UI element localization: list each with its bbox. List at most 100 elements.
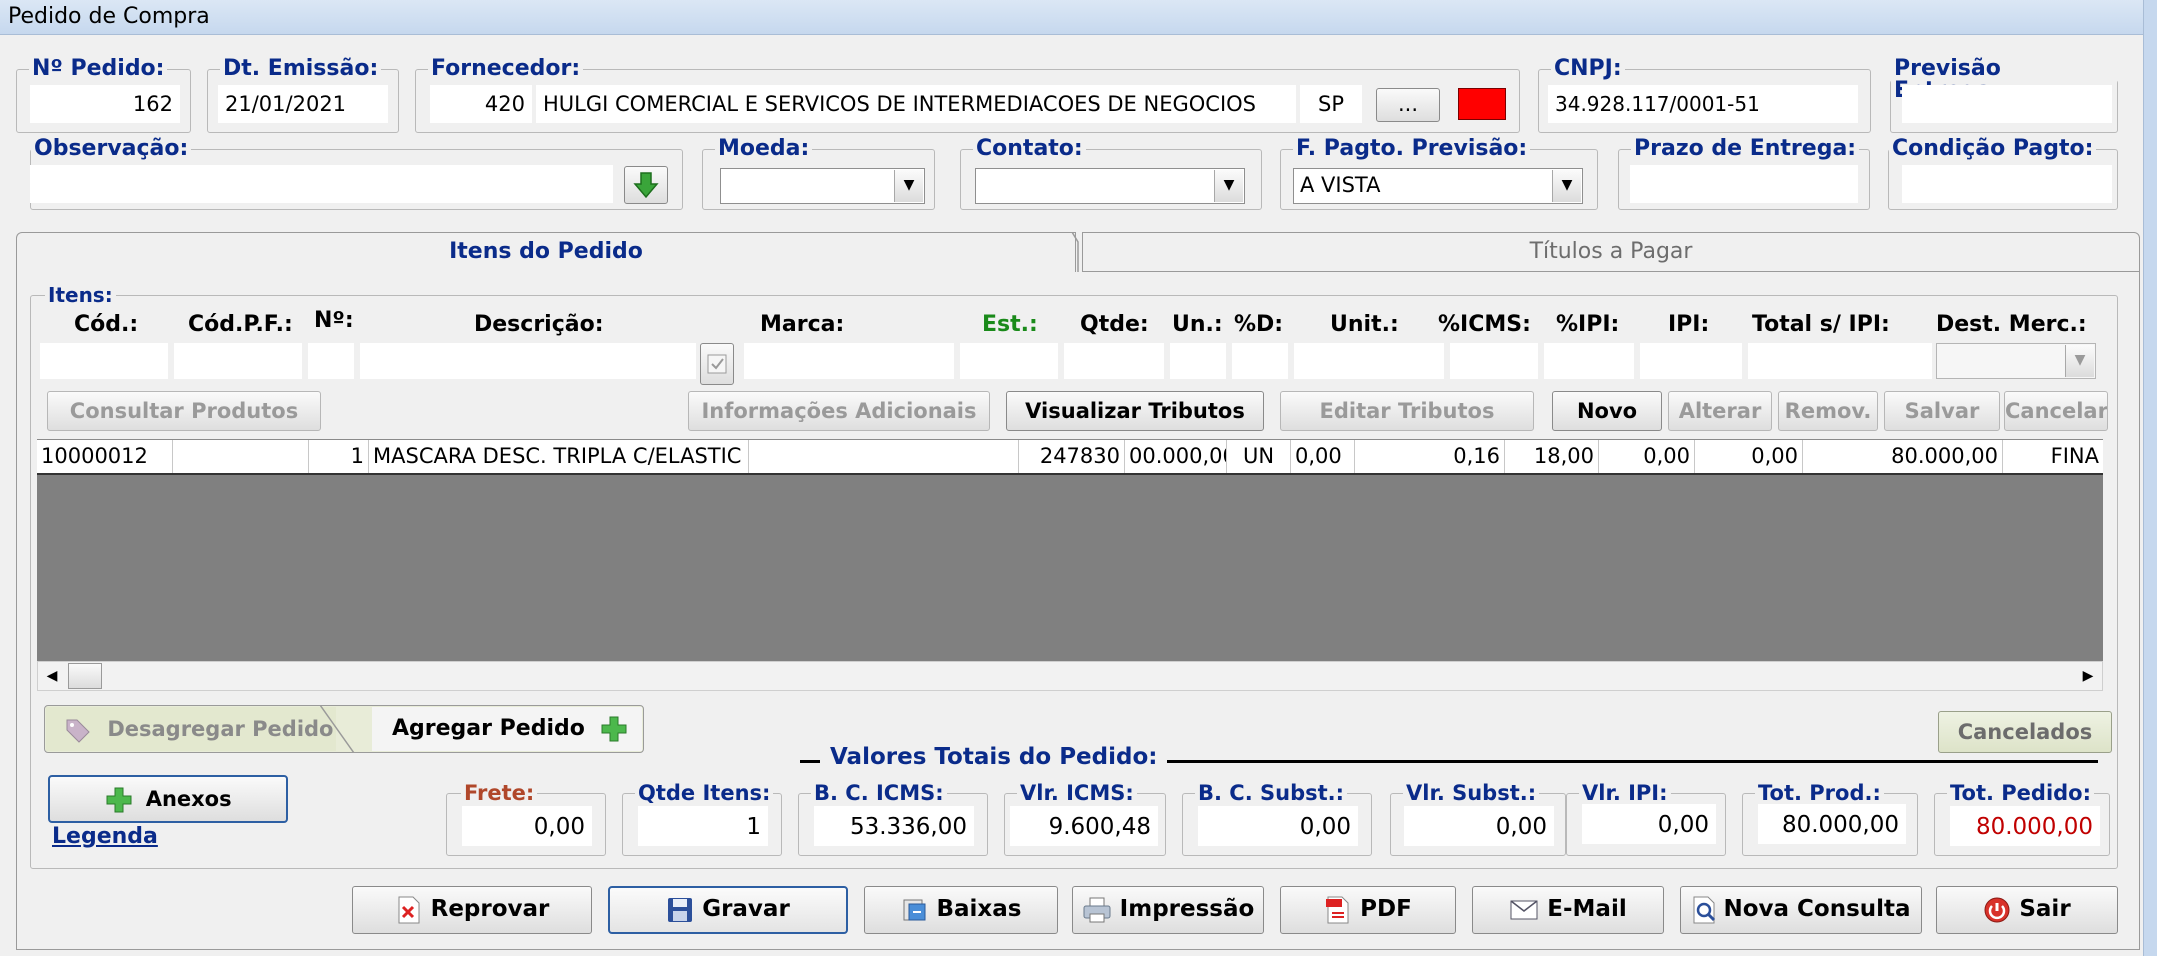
cnpj-label: CNPJ: <box>1554 56 1622 81</box>
pdf-button[interactable]: PDF <box>1280 886 1456 934</box>
baixas-button[interactable]: Baixas <box>864 886 1058 934</box>
anexos-button[interactable]: Anexos <box>48 775 288 823</box>
frete-label: Frete: <box>464 781 535 805</box>
tab-itens-pedido[interactable]: Itens do Pedido <box>16 232 1076 272</box>
vlr-ipi-label: Vlr. IPI: <box>1582 781 1668 805</box>
remov-button[interactable]: Remov. <box>1778 391 1878 431</box>
emissao-date-field[interactable]: 21/01/2021 <box>218 85 388 123</box>
item-marca-input[interactable] <box>744 343 954 379</box>
baixas-icon <box>903 899 925 920</box>
pdf-icon <box>1326 896 1349 923</box>
gravar-label: Gravar <box>702 896 790 922</box>
desagregar-pedido-button[interactable]: Desagregar Pedido <box>46 707 336 751</box>
informacoes-adicionais-button[interactable]: Informações Adicionais <box>688 391 990 431</box>
col-qtde: Qtde: <box>1080 312 1149 337</box>
moeda-select[interactable]: ▼ <box>720 168 925 204</box>
visualizar-tributos-button[interactable]: Visualizar Tributos <box>1006 391 1264 431</box>
chevron-down-icon[interactable]: ▼ <box>894 170 923 202</box>
horizontal-scrollbar[interactable]: ◀ ▶ <box>37 661 2103 691</box>
item-dest-select[interactable]: ▼ <box>1936 343 2096 379</box>
tot-pedido-field[interactable]: 80.000,00 <box>1950 806 2100 846</box>
item-un-input[interactable] <box>1170 343 1226 379</box>
salvar-button[interactable]: Salvar <box>1884 391 2000 431</box>
novo-button[interactable]: Novo <box>1552 391 1662 431</box>
item-picms-input[interactable] <box>1450 343 1538 379</box>
item-descricao-input[interactable] <box>360 343 696 379</box>
itens-label: Itens: <box>48 283 113 307</box>
observacao-field[interactable] <box>30 165 613 203</box>
vlr-subst-field[interactable]: 0,00 <box>1404 806 1554 846</box>
desagregar-label: Desagregar Pedido <box>107 717 334 741</box>
item-qtde-input[interactable] <box>1064 343 1164 379</box>
tab-titulos-pagar[interactable]: Títulos a Pagar <box>1082 232 2140 272</box>
alterar-button[interactable]: Alterar <box>1668 391 1772 431</box>
descricao-lookup-button[interactable] <box>700 343 734 385</box>
gravar-button[interactable]: Gravar <box>608 886 848 934</box>
frete-field[interactable]: 0,00 <box>462 806 592 846</box>
sair-button[interactable]: Sair <box>1936 886 2118 934</box>
window-title: Pedido de Compra <box>8 4 210 29</box>
cancelar-button[interactable]: Cancelar <box>2004 391 2108 431</box>
condicao-field[interactable] <box>1902 165 2112 203</box>
fornecedor-uf-field[interactable]: SP <box>1300 85 1362 123</box>
impressao-button[interactable]: Impressão <box>1072 886 1264 934</box>
item-cod-input[interactable] <box>40 343 168 379</box>
vlr-icms-field[interactable]: 9.600,48 <box>1010 806 1158 846</box>
col-un: Un.: <box>1172 312 1223 337</box>
editar-tributos-button[interactable]: Editar Tributos <box>1280 391 1534 431</box>
scroll-right-icon[interactable]: ▶ <box>2074 662 2102 690</box>
items-grid-body[interactable] <box>37 472 2103 662</box>
legenda-link[interactable]: Legenda <box>52 824 158 849</box>
row-est: 247830 <box>1019 440 1125 473</box>
floppy-disk-icon <box>668 897 693 922</box>
row-marca <box>749 440 1019 473</box>
prazo-field[interactable] <box>1630 165 1858 203</box>
item-ipi-input[interactable] <box>1640 343 1742 379</box>
row-pd: 0,00 <box>1291 440 1355 473</box>
vlr-icms-label: Vlr. ICMS: <box>1020 781 1134 805</box>
qtde-itens-field[interactable]: 1 <box>638 806 768 846</box>
fornecedor-name-field[interactable]: HULGI COMERCIAL E SERVICOS DE INTERMEDIA… <box>536 85 1296 123</box>
cnpj-field[interactable]: 34.928.117/0001-51 <box>1548 85 1858 123</box>
scroll-left-icon[interactable]: ◀ <box>38 662 66 690</box>
item-est-input[interactable] <box>960 343 1058 379</box>
bc-subst-field[interactable]: 0,00 <box>1198 806 1358 846</box>
fpagto-select[interactable]: A VISTA ▼ <box>1293 168 1583 204</box>
item-pipi-input[interactable] <box>1544 343 1634 379</box>
previsao-field[interactable] <box>1902 85 2112 123</box>
impressao-label: Impressão <box>1119 896 1255 922</box>
item-unit-input[interactable] <box>1294 343 1444 379</box>
tot-prod-field[interactable]: 80.000,00 <box>1758 804 1906 844</box>
table-row[interactable]: 10000012 1 MASCARA DESC. TRIPLA C/ELASTI… <box>37 439 2103 475</box>
observacao-apply-button[interactable] <box>624 166 668 204</box>
totais-title: Valores Totais do Pedido: <box>820 744 1168 770</box>
chevron-down-icon[interactable]: ▼ <box>1552 170 1581 202</box>
contato-select[interactable]: ▼ <box>975 168 1245 204</box>
cancelados-button[interactable]: Cancelados <box>1938 711 2112 753</box>
row-descricao: MASCARA DESC. TRIPLA C/ELASTIC <box>369 440 749 473</box>
item-pd-input[interactable] <box>1232 343 1288 379</box>
col-pd: %D: <box>1234 312 1284 337</box>
nova-consulta-button[interactable]: Nova Consulta <box>1680 886 1922 934</box>
agregar-pedido-button[interactable]: Agregar Pedido <box>372 707 642 751</box>
scrollbar-thumb[interactable] <box>68 663 102 689</box>
chevron-down-icon[interactable]: ▼ <box>2065 345 2094 377</box>
col-total: Total s/ IPI: <box>1752 312 1890 337</box>
fornecedor-lookup-button[interactable]: ... <box>1376 88 1440 122</box>
item-num-input[interactable] <box>308 343 354 379</box>
row-ipi: 0,00 <box>1695 440 1803 473</box>
contato-label: Contato: <box>976 136 1083 161</box>
pedido-number-field[interactable]: 162 <box>30 85 180 123</box>
fornecedor-code-field[interactable]: 420 <box>430 85 532 123</box>
vlr-ipi-field[interactable]: 0,00 <box>1582 804 1716 844</box>
col-num: Nº: <box>314 308 354 333</box>
item-codpf-input[interactable] <box>174 343 302 379</box>
reprovar-icon <box>398 896 420 923</box>
bc-icms-field[interactable]: 53.336,00 <box>814 806 974 846</box>
item-total-input[interactable] <box>1748 343 1932 379</box>
consultar-produtos-button[interactable]: Consultar Produtos <box>47 391 321 431</box>
fornecedor-status-indicator[interactable] <box>1458 88 1506 120</box>
reprovar-button[interactable]: Reprovar <box>352 886 592 934</box>
email-button[interactable]: E-Mail <box>1472 886 1664 934</box>
chevron-down-icon[interactable]: ▼ <box>1214 170 1243 202</box>
